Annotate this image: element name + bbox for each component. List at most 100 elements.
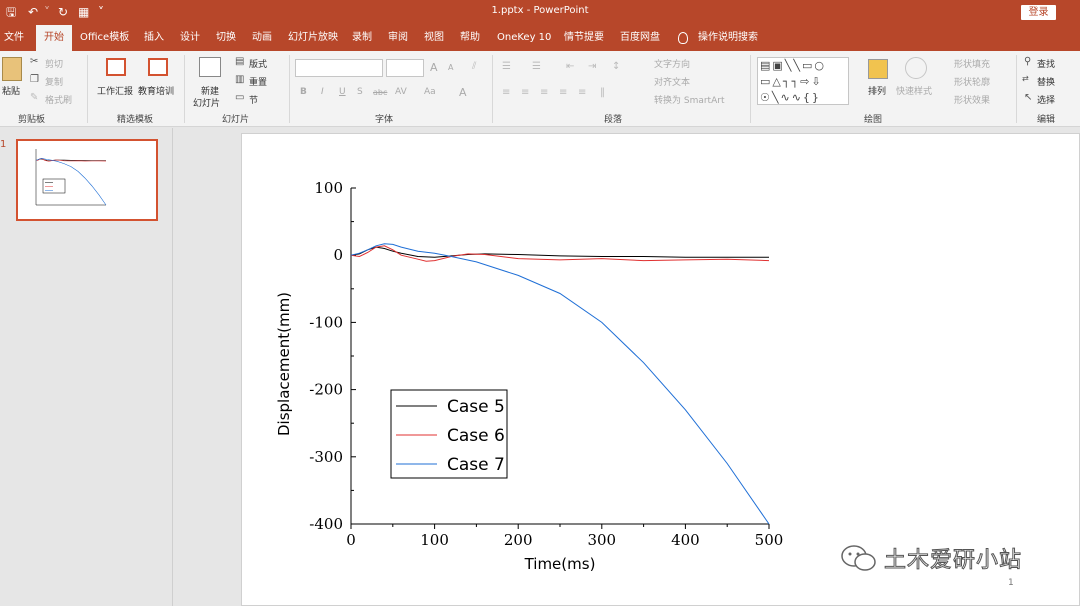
quick-styles-icon[interactable] (905, 57, 927, 79)
series-line-case-6 (35, 158, 107, 162)
tell-me-search[interactable]: 操作说明搜索 (698, 25, 758, 51)
ribbon-tab-bar: 文件 开始 Office模板 插入 设计 切换 动画 幻灯片放映 录制 审阅 视… (0, 25, 1080, 51)
font-name-combo[interactable] (295, 59, 383, 77)
copy-icon: ❐ (30, 74, 39, 85)
italic-button[interactable]: I (321, 87, 324, 97)
tab-review[interactable]: 审阅 (388, 25, 408, 51)
y-tick-label: -200 (309, 381, 343, 399)
align-left-icon[interactable]: ≡ (502, 87, 510, 98)
title-bar: 🖫 ↶ ˅ ↻ ▦ ˅ 1.pptx - PowerPoint 登录 (0, 0, 1080, 25)
x-tick-label: 0 (346, 531, 356, 549)
quick-styles-button[interactable]: 快速样式 (896, 84, 932, 97)
char-spacing-button[interactable]: AV (395, 87, 407, 97)
group-drawing-label: 绘图 (864, 115, 883, 125)
shape-outline-button[interactable]: 形状轮廓 (954, 75, 990, 88)
line-spacing-icon[interactable]: ↕ (612, 61, 620, 72)
watermark: 土木爱研小站 (840, 542, 1022, 574)
paste-button[interactable]: 粘贴 (2, 84, 20, 97)
format-painter-button[interactable]: 格式刷 (45, 93, 72, 106)
tab-baidu-netdisk[interactable]: 百度网盘 (620, 25, 660, 51)
tab-home[interactable]: 开始 (36, 25, 72, 51)
bold-button[interactable]: B (300, 87, 307, 97)
clear-format-icon[interactable]: ⫽ (472, 61, 476, 72)
series-line-case-5 (350, 246, 769, 258)
bullets-icon[interactable]: ☰ (502, 61, 511, 72)
section-button[interactable]: 节 (249, 93, 258, 106)
thumbnail-number: 1 (0, 139, 7, 150)
arrange-icon[interactable] (868, 59, 888, 79)
shrink-font-button[interactable]: A (448, 63, 453, 72)
tab-slideshow[interactable]: 幻灯片放映 (288, 25, 338, 51)
justify-icon[interactable]: ≡ (559, 87, 567, 98)
cut-button[interactable]: 剪切 (45, 57, 63, 70)
tab-transitions[interactable]: 切换 (216, 25, 236, 51)
y-tick-label: -400 (309, 515, 343, 533)
increase-indent-icon[interactable]: ⇥ (588, 61, 596, 72)
tab-design[interactable]: 设计 (180, 25, 200, 51)
replace-icon: ⇄ (1022, 74, 1029, 83)
slide-page-number: 1 (1008, 578, 1014, 588)
ribbon-separator (492, 55, 493, 123)
font-size-combo[interactable] (386, 59, 424, 77)
shape-effects-button[interactable]: 形状效果 (954, 93, 990, 106)
edu-training-icon[interactable] (148, 58, 168, 76)
shadow-button[interactable]: S (357, 87, 363, 97)
tab-view[interactable]: 视图 (424, 25, 444, 51)
align-center-icon[interactable]: ≡ (521, 87, 529, 98)
y-tick-label: 100 (314, 179, 343, 197)
x-tick-label: 300 (587, 531, 616, 549)
new-slide-button-line2[interactable]: 幻灯片 (193, 96, 220, 109)
numbering-icon[interactable]: ☰ (532, 61, 541, 72)
strikethrough-button[interactable]: abc (373, 88, 387, 97)
ribbon-separator (289, 55, 290, 123)
login-button[interactable]: 登录 (1021, 5, 1056, 20)
find-icon: ⚲ (1024, 56, 1032, 67)
copy-button[interactable]: 复制 (45, 75, 63, 88)
edu-training-button[interactable]: 教育培训 (138, 84, 174, 97)
tab-file[interactable]: 文件 (4, 25, 24, 51)
wechat-logo-icon (840, 543, 878, 573)
tab-office-templates[interactable]: Office模板 (80, 25, 129, 51)
layout-button[interactable]: 版式 (249, 57, 267, 70)
tab-storyboard[interactable]: 情节提要 (564, 25, 604, 51)
tab-animations[interactable]: 动画 (252, 25, 272, 51)
align-right-icon[interactable]: ≡ (540, 87, 548, 98)
work-report-button[interactable]: 工作汇报 (97, 84, 133, 97)
arrange-button[interactable]: 排列 (868, 84, 886, 97)
tab-help[interactable]: 帮助 (460, 25, 480, 51)
section-icon: ▭ (235, 92, 245, 103)
work-report-icon[interactable] (106, 58, 126, 76)
text-direction-button[interactable]: 文字方向 (654, 57, 690, 70)
displacement-chart[interactable]: 0 100 200 300 400 500 100 0 -100 -200 -300 -400 Time… (242, 134, 1080, 606)
pane-divider[interactable] (172, 128, 173, 606)
x-tick-label: 500 (755, 531, 784, 549)
ribbon: 粘贴 ✂ 剪切 ❐ 复制 ✎ 格式刷 剪贴板 工作汇报 教育培训 精选模板 新建… (0, 51, 1080, 127)
decrease-indent-icon[interactable]: ⇤ (566, 61, 574, 72)
slide-canvas[interactable]: 0 100 200 300 400 500 100 0 -100 -200 -300 -400 Time… (241, 133, 1080, 606)
select-button[interactable]: 选择 (1037, 93, 1055, 106)
font-color-button[interactable]: A (459, 86, 467, 99)
align-text-button[interactable]: 对齐文本 (654, 75, 690, 88)
x-axis-label: Time(ms) (524, 555, 596, 573)
distributed-icon[interactable]: ≡ (578, 87, 586, 98)
paste-icon[interactable] (2, 57, 22, 81)
reset-button[interactable]: 重置 (249, 75, 267, 88)
convert-smartart-button[interactable]: 转换为 SmartArt (654, 93, 724, 106)
grow-font-button[interactable]: A (430, 61, 438, 74)
thumbnail-chart (35, 149, 107, 206)
new-slide-icon[interactable] (199, 57, 221, 77)
shape-fill-button[interactable]: 形状填充 (954, 57, 990, 70)
legend-label: Case 7 (447, 455, 505, 475)
slide-thumbnail[interactable] (16, 139, 158, 221)
replace-button[interactable]: 替换 (1037, 75, 1055, 88)
find-button[interactable]: 查找 (1037, 57, 1055, 70)
tab-onekey[interactable]: OneKey 10 (497, 25, 551, 51)
shapes-gallery[interactable]: ▤▣╲╲▭○ ▭△┐┐⇨⇩ ☉╲∿∿{} (757, 57, 849, 105)
tab-insert[interactable]: 插入 (144, 25, 164, 51)
underline-button[interactable]: U (339, 87, 346, 97)
change-case-button[interactable]: Aa (424, 87, 436, 97)
columns-icon[interactable]: ‖ (600, 87, 605, 98)
cut-icon: ✂ (30, 56, 39, 67)
group-templates-label: 精选模板 (117, 115, 154, 125)
tab-record[interactable]: 录制 (352, 25, 372, 51)
